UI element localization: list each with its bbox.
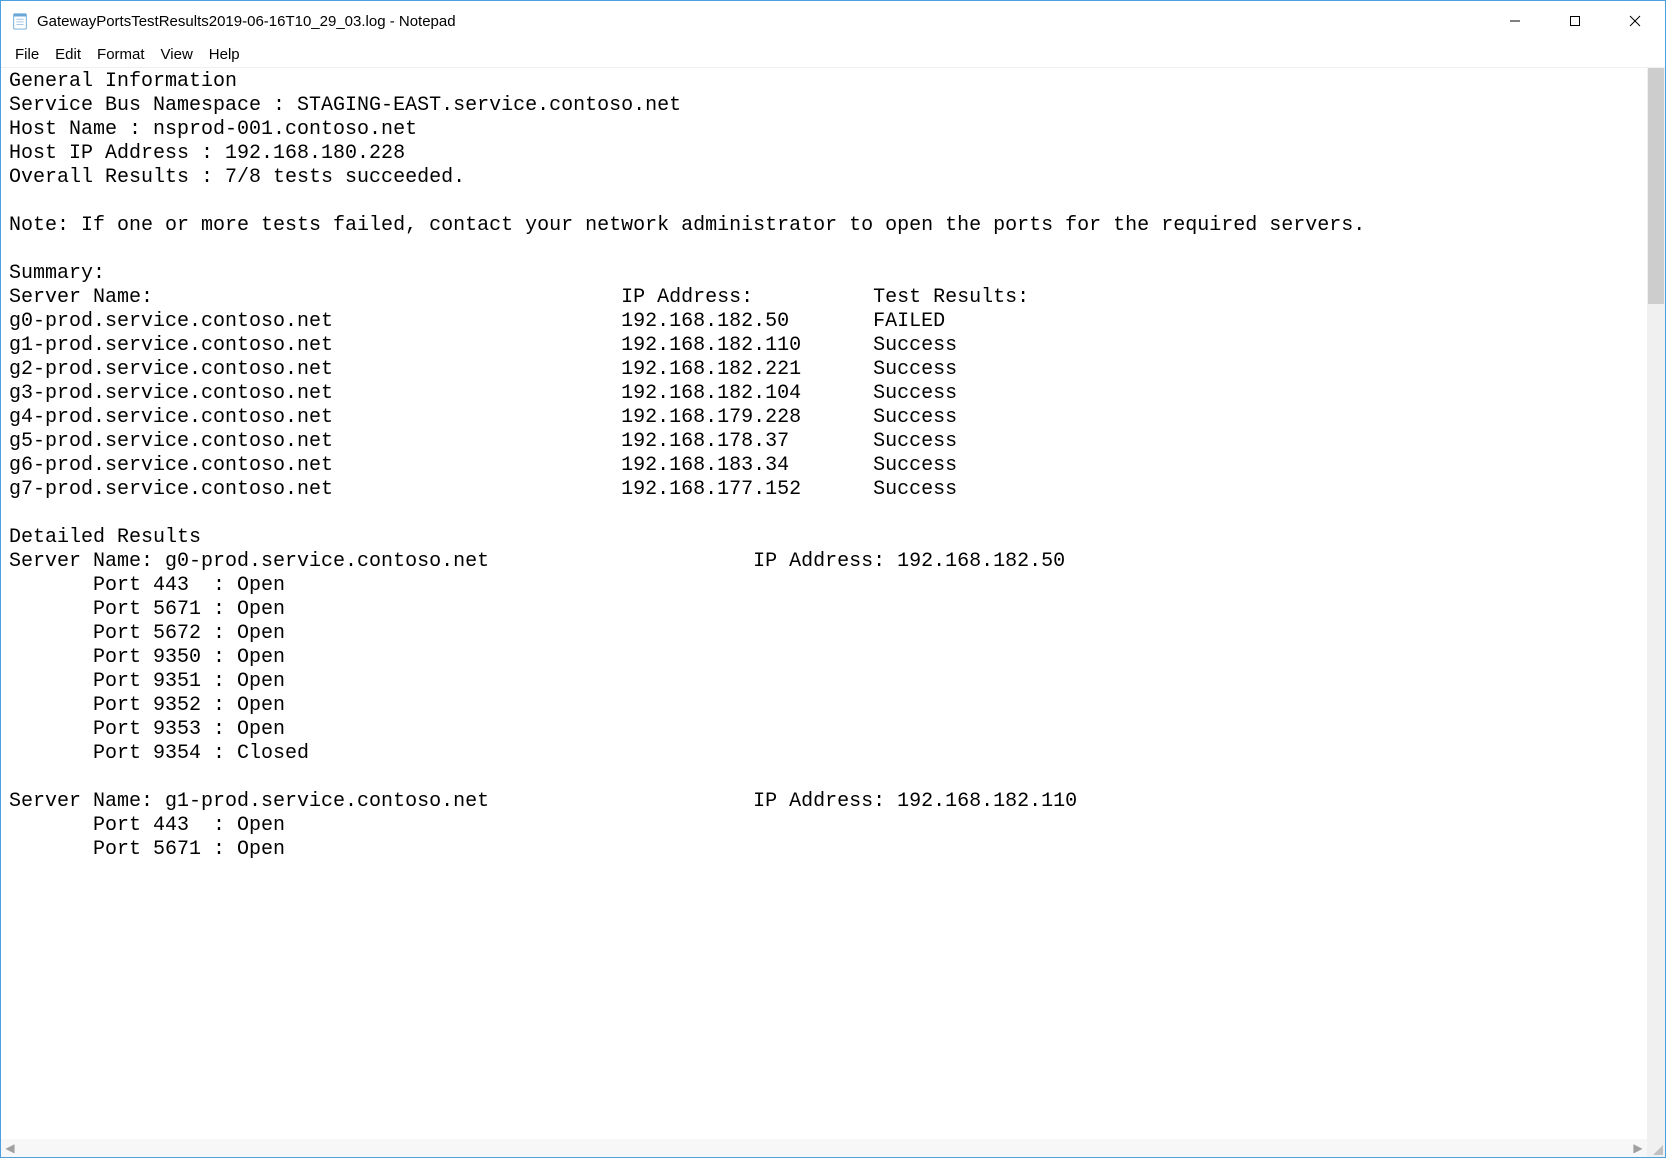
menu-file[interactable]: File [7, 44, 47, 65]
vertical-scrollbar[interactable] [1647, 68, 1665, 1139]
resize-grip-icon[interactable] [1647, 1139, 1665, 1157]
text-content[interactable]: General Information Service Bus Namespac… [1, 68, 1647, 1139]
menu-view[interactable]: View [153, 44, 201, 65]
notepad-icon [11, 12, 29, 30]
close-button[interactable] [1605, 1, 1665, 41]
maximize-button[interactable] [1545, 1, 1605, 41]
horizontal-scrollbar[interactable]: ◀ ▶ [1, 1139, 1647, 1157]
menu-help[interactable]: Help [201, 44, 248, 65]
window-title: GatewayPortsTestResults2019-06-16T10_29_… [37, 13, 456, 30]
notepad-window: GatewayPortsTestResults2019-06-16T10_29_… [0, 0, 1666, 1158]
title-bar[interactable]: GatewayPortsTestResults2019-06-16T10_29_… [1, 1, 1665, 41]
minimize-button[interactable] [1485, 1, 1545, 41]
scroll-left-icon[interactable]: ◀ [1, 1139, 19, 1157]
scroll-right-icon[interactable]: ▶ [1629, 1139, 1647, 1157]
text-area-wrapper: General Information Service Bus Namespac… [1, 68, 1665, 1157]
window-controls [1485, 1, 1665, 41]
client-area: General Information Service Bus Namespac… [1, 67, 1665, 1157]
menu-format[interactable]: Format [89, 44, 153, 65]
menu-edit[interactable]: Edit [47, 44, 89, 65]
menu-bar: File Edit Format View Help [1, 41, 1665, 67]
vertical-scroll-thumb[interactable] [1648, 68, 1664, 304]
